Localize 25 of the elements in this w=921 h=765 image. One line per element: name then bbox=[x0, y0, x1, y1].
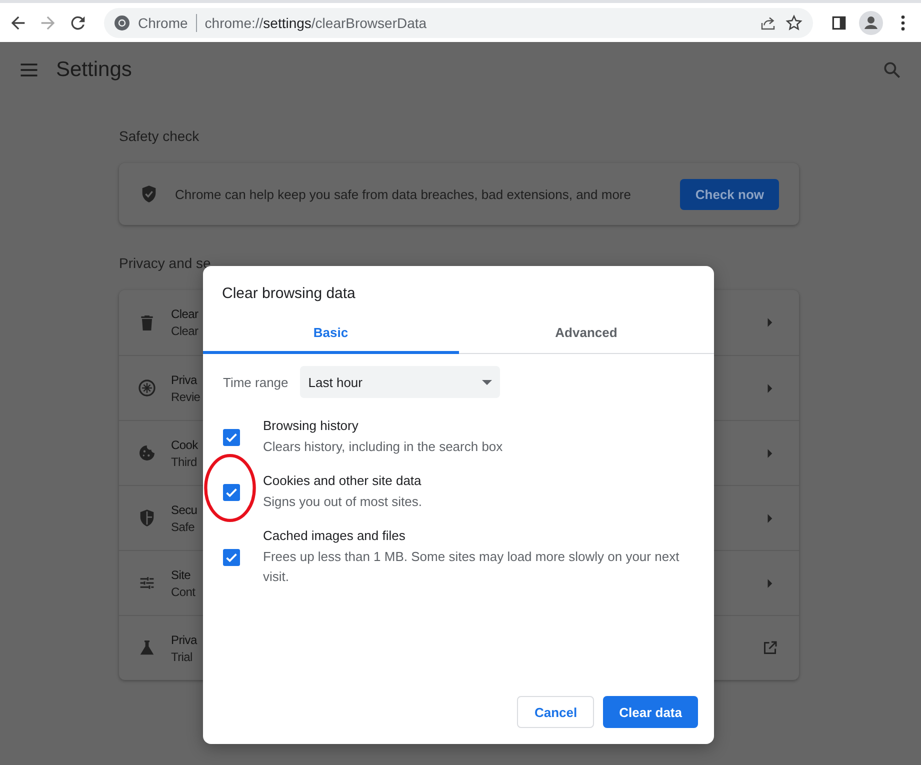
row-title: Secu bbox=[171, 502, 198, 516]
site-label: Chrome bbox=[138, 14, 188, 30]
option-description: Signs you out of most sites. bbox=[263, 493, 422, 511]
section-heading: Safety check bbox=[119, 128, 200, 144]
row-title: Site bbox=[171, 568, 190, 582]
option-title: Browsing history bbox=[263, 418, 360, 433]
page-title: Settings bbox=[56, 58, 132, 82]
row-subtitle: Safe bbox=[171, 520, 194, 534]
url-text: chrome://settings/clearBrowserData bbox=[204, 14, 427, 30]
row-title: Clear bbox=[171, 307, 198, 321]
row-subtitle: Third bbox=[171, 454, 197, 468]
row-title: Priva bbox=[171, 372, 197, 386]
row-title: Priva bbox=[171, 632, 197, 646]
option-title: Cookies and other site data bbox=[263, 473, 422, 488]
safety-check-text: Chrome can help keep you safe from data breaches, bad extensions, and more bbox=[175, 186, 632, 202]
option-title: Cached images and files bbox=[263, 528, 406, 543]
option-description: Clears history, including in the search box bbox=[263, 438, 503, 456]
row-subtitle: Revie bbox=[171, 390, 200, 404]
row-title: Cook bbox=[171, 438, 198, 452]
row-subtitle: Clear bbox=[171, 324, 198, 338]
time-range-label: Time range bbox=[223, 374, 288, 390]
option-description: Frees up less than 1 MB. Some sites may load more slowly on your next visit. bbox=[263, 548, 680, 586]
row-subtitle: Cont bbox=[171, 584, 196, 598]
dialog-title: Clear browsing data bbox=[221, 284, 356, 304]
row-subtitle: Trial bbox=[171, 650, 192, 664]
